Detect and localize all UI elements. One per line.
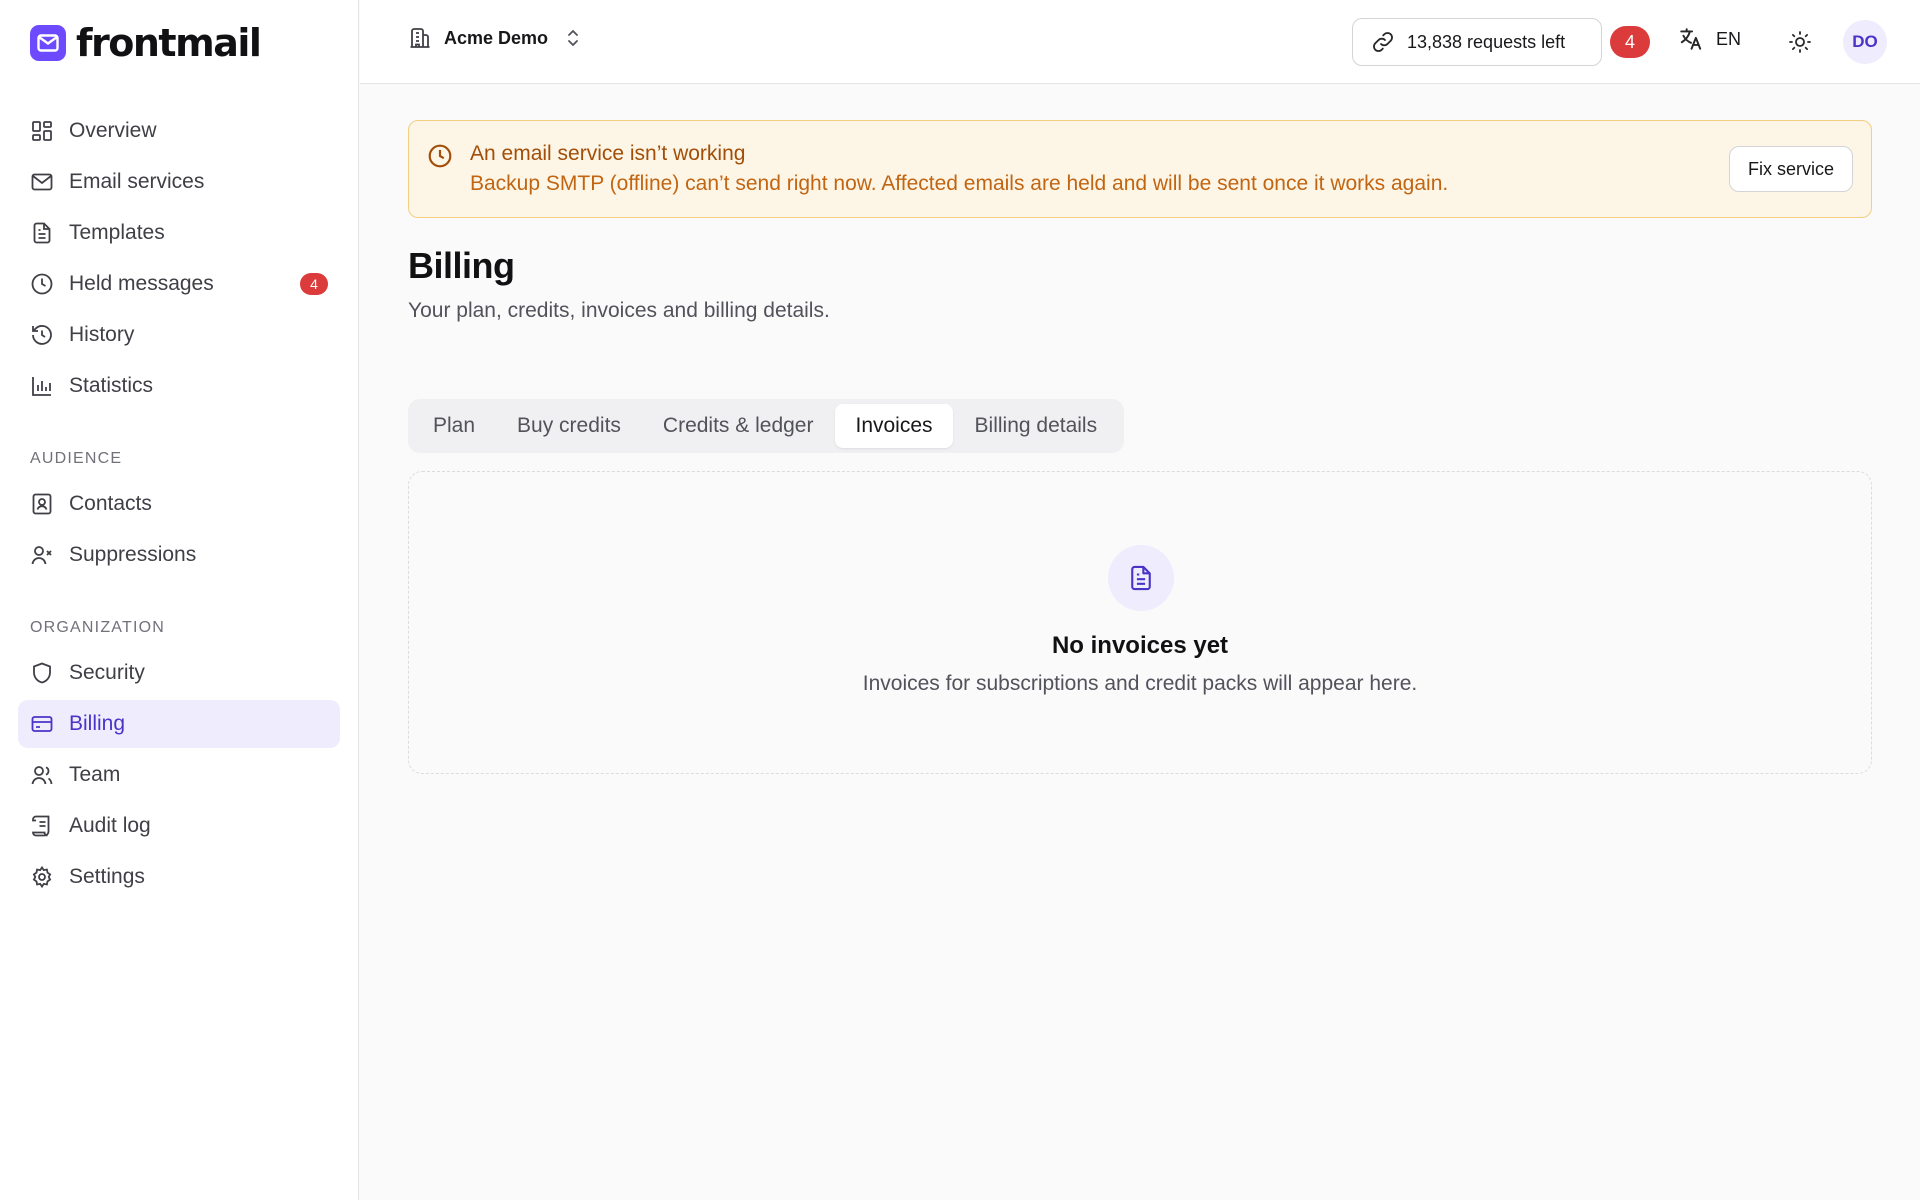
sidebar-item-label: Settings — [69, 865, 145, 888]
history-icon — [32, 325, 52, 345]
alert-message: Backup SMTP (offline) can’t send right n… — [470, 172, 1449, 195]
service-alert-banner: An email service isn’t working Backup SM… — [408, 120, 1872, 218]
organization-switcher[interactable]: Acme Demo — [408, 26, 582, 50]
gear-icon — [32, 865, 52, 889]
logo[interactable]: frontmail — [30, 21, 262, 65]
tab-credits-ledger[interactable]: Credits & ledger — [643, 404, 834, 448]
shield-icon — [33, 662, 51, 684]
sidebar-item-settings[interactable]: Settings — [18, 853, 340, 901]
link-icon — [1373, 32, 1393, 52]
page-subtitle: Your plan, credits, invoices and billing… — [408, 299, 830, 322]
topbar: Acme Demo 13,838 requests left 4 EN DO — [360, 0, 1920, 84]
sun-icon — [1789, 31, 1811, 53]
translate-icon — [1680, 28, 1702, 50]
invoices-empty-state: No invoices yet Invoices for subscriptio… — [408, 471, 1872, 774]
language-switcher[interactable]: EN — [1678, 26, 1741, 52]
document-icon — [33, 222, 51, 244]
sidebar-item-label: Suppressions — [69, 543, 197, 566]
sidebar-item-suppressions[interactable]: Suppressions — [18, 531, 340, 579]
contact-icon — [32, 493, 52, 515]
mail-icon — [31, 173, 53, 191]
sidebar-item-label: Templates — [69, 221, 165, 244]
sidebar-nav: Overview Email services Templates Held m… — [18, 107, 340, 904]
bar-chart-icon — [32, 377, 51, 396]
tab-plan[interactable]: Plan — [413, 404, 495, 448]
chevron-up-down-icon — [568, 30, 578, 46]
sidebar-item-label: Security — [69, 661, 145, 684]
user-avatar[interactable]: DO — [1843, 20, 1887, 64]
sidebar-item-billing[interactable]: Billing — [18, 700, 340, 748]
invoice-document-icon — [1108, 545, 1174, 611]
logo-mail-icon — [30, 25, 66, 61]
sidebar-item-contacts[interactable]: Contacts — [18, 480, 340, 528]
sidebar-item-security[interactable]: Security — [18, 649, 340, 697]
sidebar-item-label: Contacts — [69, 492, 152, 515]
tab-invoices[interactable]: Invoices — [835, 404, 953, 448]
held-messages-count-badge: 4 — [300, 273, 328, 295]
sidebar-section-audience: AUDIENCE — [30, 450, 123, 467]
logo-text: frontmail — [76, 21, 262, 65]
page-title: Billing — [408, 245, 515, 286]
sidebar-section-organization: ORGANIZATION — [30, 619, 165, 636]
theme-toggle-button[interactable] — [1784, 26, 1816, 58]
sidebar-item-label: Statistics — [69, 374, 154, 397]
notification-count-badge[interactable]: 4 — [1610, 26, 1650, 58]
tab-billing-details[interactable]: Billing details — [955, 404, 1118, 448]
user-x-icon — [31, 546, 52, 565]
sidebar-item-templates[interactable]: Templates — [18, 209, 340, 257]
sidebar-item-label: History — [69, 323, 135, 346]
credit-card-icon — [31, 716, 53, 732]
requests-left-indicator[interactable]: 13,838 requests left — [1352, 18, 1602, 66]
sidebar-item-overview[interactable]: Overview — [18, 107, 340, 155]
sidebar-item-label: Team — [69, 763, 121, 786]
sidebar-item-label: Held messages — [69, 272, 214, 295]
building-icon — [410, 28, 430, 48]
clock-icon — [428, 144, 452, 168]
sidebar-item-audit-log[interactable]: Audit log — [18, 802, 340, 850]
fix-service-button[interactable]: Fix service — [1728, 146, 1853, 192]
alert-title: An email service isn’t working — [470, 142, 746, 165]
language-code: EN — [1716, 28, 1742, 49]
users-icon — [31, 766, 53, 785]
empty-state-description: Invoices for subscriptions and credit pa… — [862, 672, 1418, 695]
sidebar-item-label: Billing — [69, 712, 126, 735]
clock-icon — [31, 273, 53, 295]
sidebar-item-team[interactable]: Team — [18, 751, 340, 799]
billing-tabs: Plan Buy credits Credits & ledger Invoic… — [408, 399, 1125, 453]
organization-name: Acme Demo — [444, 27, 549, 48]
empty-state-title: No invoices yet — [1051, 632, 1229, 659]
sidebar-item-label: Email services — [69, 170, 205, 193]
sidebar-item-label: Overview — [69, 119, 157, 142]
requests-left-text: 13,838 requests left — [1407, 31, 1566, 52]
sidebar-item-history[interactable]: History — [18, 311, 340, 359]
sidebar: frontmail Overview Email services Templa… — [0, 0, 359, 1200]
sidebar-item-email-services[interactable]: Email services — [18, 158, 340, 206]
sidebar-item-label: Audit log — [69, 814, 151, 837]
sidebar-item-statistics[interactable]: Statistics — [18, 362, 340, 410]
scroll-icon — [32, 815, 50, 837]
overview-icon — [32, 121, 52, 141]
tab-buy-credits[interactable]: Buy credits — [497, 404, 641, 448]
sidebar-item-held-messages[interactable]: Held messages 4 — [18, 260, 340, 308]
